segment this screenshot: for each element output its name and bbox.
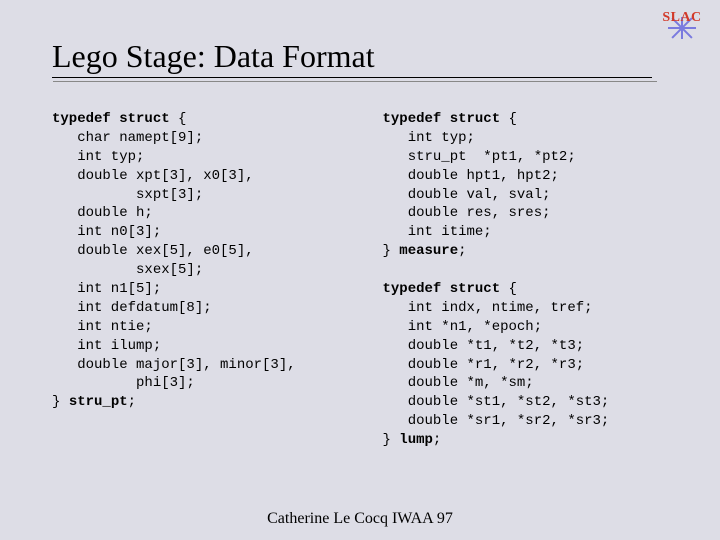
code-line: int itime; <box>382 224 491 240</box>
close-brace: } <box>382 243 399 259</box>
close-brace: } <box>382 432 399 448</box>
slide: SLAC Lego Stage: Data Format typedef str… <box>0 0 720 540</box>
struct-name: stru_pt <box>69 394 128 410</box>
code-line: double major[3], minor[3], <box>52 357 296 373</box>
semicolon: ; <box>433 432 441 448</box>
code-line: int n1[5]; <box>52 281 161 297</box>
code-line: int *n1, *epoch; <box>382 319 542 335</box>
code-line: int typ; <box>382 130 474 146</box>
code-line: sxex[5]; <box>52 262 203 278</box>
struct-name: lump <box>399 432 433 448</box>
open-brace: { <box>500 281 517 297</box>
typedef-keyword: typedef struct <box>52 111 170 127</box>
code-line: int defdatum[8]; <box>52 300 212 316</box>
code-line: double *st1, *st2, *st3; <box>382 394 609 410</box>
semicolon: ; <box>458 243 466 259</box>
code-line: char namept[9]; <box>52 130 203 146</box>
typedef-keyword: typedef struct <box>382 111 500 127</box>
code-line: int ntie; <box>52 319 153 335</box>
page-title: Lego Stage: Data Format <box>52 38 652 78</box>
code-line: double xpt[3], x0[3], <box>52 168 254 184</box>
code-line: double *sr1, *sr2, *sr3; <box>382 413 609 429</box>
code-line: phi[3]; <box>52 375 195 391</box>
typedef-keyword: typedef struct <box>382 281 500 297</box>
code-line: double xex[5], e0[5], <box>52 243 254 259</box>
code-line: sxpt[3]; <box>52 187 203 203</box>
code-line: int typ; <box>52 149 144 165</box>
code-line: double res, sres; <box>382 205 550 221</box>
code-block-stru-pt: typedef struct { char namept[9]; int typ… <box>52 110 354 450</box>
code-line: int n0[3]; <box>52 224 161 240</box>
open-brace: { <box>500 111 517 127</box>
code-columns: typedef struct { char namept[9]; int typ… <box>52 110 680 450</box>
title-underline-shadow <box>53 81 657 82</box>
struct-name: measure <box>399 243 458 259</box>
code-line: double val, sval; <box>382 187 550 203</box>
logo-label: SLAC <box>660 10 704 26</box>
code-line: double *m, *sm; <box>382 375 533 391</box>
code-line: int ilump; <box>52 338 161 354</box>
code-line: double *r1, *r2, *r3; <box>382 357 584 373</box>
code-block-right: typedef struct { int typ; stru_pt *pt1, … <box>382 110 680 450</box>
semicolon: ; <box>128 394 136 410</box>
close-brace: } <box>52 394 69 410</box>
code-line: double *t1, *t2, *t3; <box>382 338 584 354</box>
code-line: double h; <box>52 205 153 221</box>
open-brace: { <box>170 111 187 127</box>
code-line: int indx, ntime, tref; <box>382 300 592 316</box>
slac-logo: SLAC <box>660 10 704 40</box>
code-line: stru_pt *pt1, *pt2; <box>382 149 575 165</box>
code-line: double hpt1, hpt2; <box>382 168 558 184</box>
footer-text: Catherine Le Cocq IWAA 97 <box>0 510 720 528</box>
